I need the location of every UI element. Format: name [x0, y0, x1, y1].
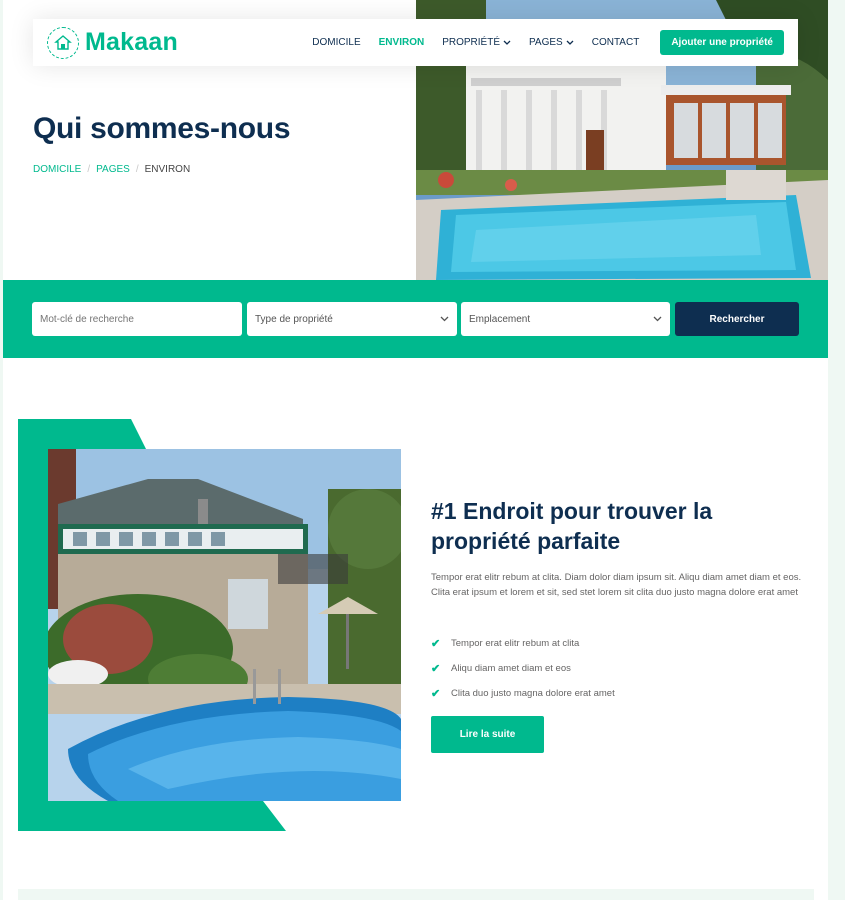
- brand-name: Makaan: [85, 28, 178, 56]
- location-value: Emplacement: [469, 313, 531, 325]
- check-list-text: Clita duo justo magna dolore erat amet: [451, 688, 615, 699]
- breadcrumb-separator: /: [87, 164, 91, 175]
- check-list-text: Aliqu diam amet diam et eos: [451, 663, 571, 674]
- feature-check-list: ✔ Tempor erat elitr rebum at clita ✔ Ali…: [431, 631, 615, 706]
- check-list-text: Tempor erat elitr rebum at clita: [451, 638, 580, 649]
- keyword-field[interactable]: [32, 302, 242, 336]
- chevron-down-icon: [653, 316, 662, 322]
- add-property-button[interactable]: Ajouter une propriété: [660, 30, 784, 55]
- chevron-down-icon: [566, 40, 574, 45]
- check-list-item: ✔ Aliqu diam amet diam et eos: [431, 656, 615, 681]
- nav-item-domicile[interactable]: DOMICILE: [303, 37, 369, 48]
- keyword-search-input[interactable]: [40, 313, 234, 325]
- chevron-down-icon: [440, 316, 449, 322]
- location-select[interactable]: Emplacement: [461, 302, 670, 336]
- check-icon: ✔: [431, 688, 441, 700]
- check-list-item: ✔ Clita duo justo magna dolore erat amet: [431, 681, 615, 706]
- house-logo-icon: [47, 26, 79, 59]
- breadcrumb-home[interactable]: DOMICILE: [33, 164, 81, 175]
- nav-item-propriete[interactable]: PROPRIÉTÉ: [433, 37, 520, 48]
- breadcrumb-separator: /: [135, 164, 139, 175]
- check-icon: ✔: [431, 638, 441, 650]
- about-house-image: [48, 449, 401, 801]
- page-title: Qui sommes-nous: [33, 112, 291, 145]
- chevron-down-icon: [503, 40, 511, 45]
- about-title: #1 Endroit pour trouver la propriété par…: [431, 498, 713, 554]
- main-navbar: Makaan DOMICILE ENVIRON PROPRIÉTÉ PAGES …: [33, 19, 798, 66]
- next-section-edge: [18, 889, 814, 900]
- nav-item-contact[interactable]: CONTACT: [583, 37, 649, 48]
- nav-item-label: PAGES: [529, 37, 563, 48]
- nav-item-environ[interactable]: ENVIRON: [370, 37, 434, 48]
- page: Makaan DOMICILE ENVIRON PROPRIÉTÉ PAGES …: [3, 0, 828, 900]
- property-type-value: Type de propriété: [255, 313, 333, 325]
- breadcrumb: DOMICILE / PAGES / ENVIRON: [33, 164, 190, 175]
- search-button[interactable]: Rechercher: [675, 302, 799, 336]
- brand-logo[interactable]: Makaan: [47, 26, 178, 59]
- nav-links: DOMICILE ENVIRON PROPRIÉTÉ PAGES CONTACT…: [303, 30, 784, 55]
- breadcrumb-pages[interactable]: PAGES: [96, 164, 130, 175]
- check-list-item: ✔ Tempor erat elitr rebum at clita: [431, 631, 615, 656]
- nav-item-label: PROPRIÉTÉ: [442, 37, 500, 48]
- breadcrumb-current: ENVIRON: [144, 164, 191, 175]
- property-type-select[interactable]: Type de propriété: [247, 302, 457, 336]
- check-icon: ✔: [431, 663, 441, 675]
- read-more-button[interactable]: Lire la suite: [431, 716, 544, 753]
- nav-item-pages[interactable]: PAGES: [520, 37, 583, 48]
- search-bar: Type de propriété Emplacement Rechercher: [3, 280, 828, 358]
- about-paragraph: Tempor erat elitr rebum at clita. Diam d…: [431, 572, 802, 598]
